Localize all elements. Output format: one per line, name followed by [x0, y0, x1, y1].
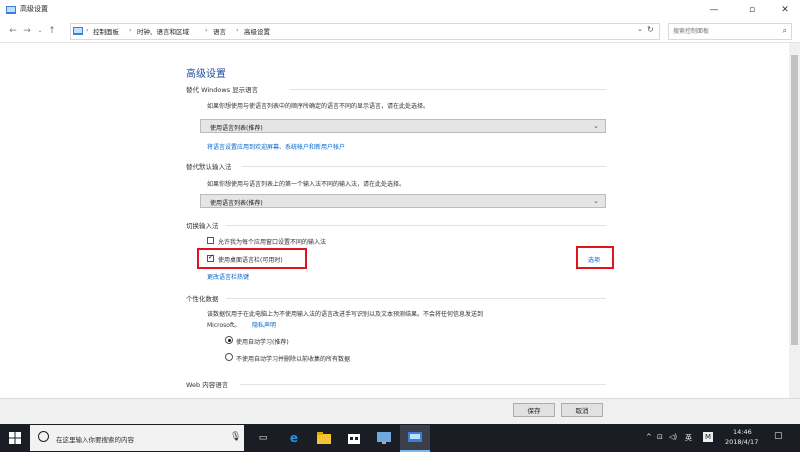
- breadcrumb-separator: ›: [129, 26, 132, 34]
- divider: [242, 166, 606, 167]
- task-view-icon[interactable]: ▭: [255, 430, 271, 446]
- microphone-icon[interactable]: 🎙: [230, 432, 241, 442]
- search-input[interactable]: [673, 26, 773, 36]
- dialog-footer: [0, 398, 800, 424]
- divider: [226, 225, 606, 226]
- search-box[interactable]: ⌕: [668, 23, 792, 40]
- windows-logo-icon: [9, 432, 21, 444]
- section-heading-display-language: 替代 Windows 显示语言: [186, 86, 259, 94]
- change-language-bar-hotkey-link[interactable]: 更改语言栏热键: [207, 272, 249, 281]
- close-button[interactable]: ✕: [770, 0, 800, 20]
- chevron-down-icon: ⌄: [593, 122, 599, 130]
- chevron-down-icon: ⌄: [593, 197, 599, 205]
- app-icon[interactable]: [376, 430, 392, 446]
- per-app-input-checkbox[interactable]: [207, 237, 214, 244]
- section-heading-default-input: 替代默认输入法: [186, 163, 232, 171]
- control-panel-icon: [73, 27, 83, 35]
- minimize-button[interactable]: —: [699, 0, 729, 20]
- breadcrumb-advanced-settings[interactable]: 高级设置: [244, 26, 270, 36]
- cancel-button[interactable]: 取消: [561, 403, 603, 417]
- chevron-down-icon[interactable]: ⌄: [35, 25, 45, 37]
- back-arrow-icon[interactable]: ←: [8, 25, 18, 37]
- auto-learning-radio[interactable]: [225, 336, 233, 344]
- control-panel-icon: [6, 6, 16, 14]
- chevron-up-icon[interactable]: ^: [646, 433, 652, 441]
- file-explorer-icon[interactable]: [316, 430, 332, 446]
- address-bar[interactable]: › 控制面板 › 时钟、语言和区域 › 语言 › 高级设置 ⌄ ↻: [70, 23, 660, 40]
- taskbar-search-box[interactable]: 在这里输入你要搜索的内容 🎙: [30, 425, 244, 451]
- ime-mode-indicator[interactable]: M: [703, 432, 713, 442]
- title-bar: [0, 0, 800, 20]
- apply-language-settings-link[interactable]: 将语言设置应用到欢迎屏幕、系统帐户和新用户帐户: [207, 142, 345, 151]
- notification-icon[interactable]: ▢: [774, 431, 783, 441]
- default-input-select-value: 使用语言列表(推荐): [210, 200, 263, 207]
- refresh-icon[interactable]: ↻: [647, 25, 654, 34]
- breadcrumb-language[interactable]: 语言: [213, 26, 226, 36]
- cortana-icon: [38, 431, 49, 442]
- control-panel-icon: [408, 432, 422, 442]
- clock-time[interactable]: 14:46: [733, 428, 752, 436]
- per-app-input-label: 允许我为每个应用窗口设置不同的输入法: [218, 239, 327, 246]
- divider: [290, 89, 606, 90]
- breadcrumb-separator: ›: [236, 26, 239, 34]
- divider: [240, 384, 606, 385]
- maximize-button[interactable]: ▫: [737, 0, 767, 20]
- divider: [226, 298, 606, 299]
- content-area: [0, 43, 800, 398]
- breadcrumb-control-panel[interactable]: 控制面板: [93, 26, 119, 36]
- up-arrow-icon[interactable]: ↑: [47, 25, 57, 37]
- section-heading-personalization: 个性化数据: [186, 295, 219, 303]
- save-button[interactable]: 保存: [513, 403, 555, 417]
- section-heading-switch-input: 切换输入法: [186, 222, 219, 230]
- privacy-statement-link[interactable]: 隐私声明: [252, 320, 276, 329]
- auto-learning-label: 使用自动学习(推荐): [236, 339, 289, 346]
- forward-arrow-icon[interactable]: →: [22, 25, 32, 37]
- active-control-panel-taskbar-item[interactable]: [400, 425, 430, 452]
- page-title: 高级设置: [186, 69, 226, 80]
- personalization-description-end: Microsoft。: [207, 322, 241, 329]
- default-input-description: 如果你想使用与语言列表上的第一个输入法不同的输入法，请在此处选择。: [207, 181, 406, 188]
- scrollbar-thumb[interactable]: [791, 55, 798, 345]
- display-language-select-value: 使用语言列表(推荐): [210, 125, 263, 132]
- volume-icon[interactable]: ◁): [669, 433, 677, 441]
- section-heading-web-language: Web 内容语言: [186, 381, 229, 389]
- breadcrumb-clock-language-region[interactable]: 时钟、语言和区域: [137, 26, 189, 36]
- desktop-language-bar-label: 使用桌面语言栏(可用时): [218, 257, 283, 264]
- breadcrumb-separator: ›: [86, 26, 89, 34]
- desktop-language-bar-checkbox[interactable]: [207, 253, 214, 262]
- window-title: 高级设置: [20, 5, 48, 13]
- clock-date[interactable]: 2018/4/17: [725, 438, 758, 446]
- start-button[interactable]: [0, 424, 30, 452]
- display-language-description: 如果你想使用与使语言列表中的顺序所确定的语言不同的显示语言，请在此处选择。: [207, 103, 430, 110]
- edge-browser-icon[interactable]: e: [286, 430, 302, 446]
- personalization-description: 该数据仅用于在此电脑上为不使用输入法的语言改进手写识别以及文本预测结果。不会将任…: [207, 311, 484, 318]
- breadcrumb-separator: ›: [205, 26, 208, 34]
- no-auto-learning-radio[interactable]: [225, 353, 233, 361]
- search-icon[interactable]: ⌕: [783, 26, 787, 36]
- default-input-select[interactable]: 使用语言列表(推荐) ⌄: [200, 194, 606, 208]
- ime-language-indicator[interactable]: 英: [685, 433, 692, 443]
- store-icon[interactable]: [346, 430, 362, 446]
- no-auto-learning-label: 不使用自动学习并删除以前收集的所有数据: [236, 356, 351, 363]
- taskbar-search-text: 在这里输入你要搜索的内容: [56, 436, 134, 444]
- display-language-select[interactable]: 使用语言列表(推荐) ⌄: [200, 119, 606, 133]
- chevron-down-icon[interactable]: ⌄: [637, 25, 643, 33]
- navigation-bar: ← → ⌄ ↑ › 控制面板 › 时钟、语言和区域 › 语言 › 高级设置 ⌄ …: [0, 20, 800, 43]
- options-link[interactable]: 选项: [588, 255, 600, 264]
- network-icon[interactable]: ⊡: [657, 433, 663, 441]
